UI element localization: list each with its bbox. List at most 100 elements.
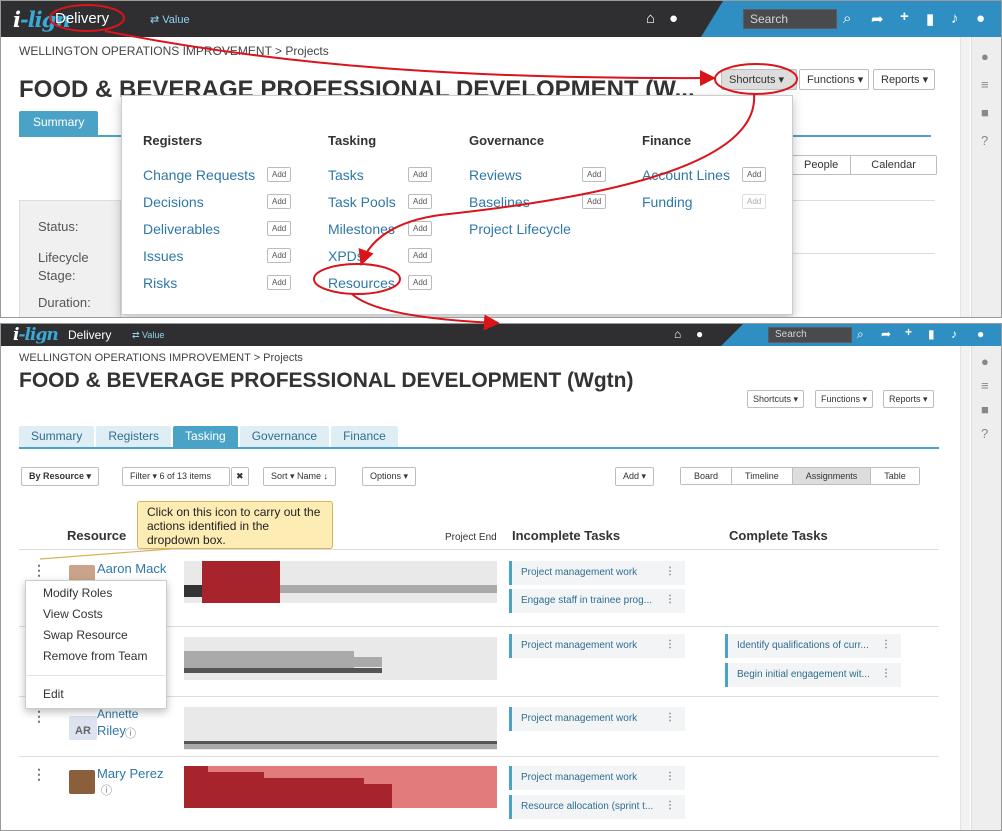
add-task-pool-button[interactable]: Add — [408, 194, 433, 209]
info-icon[interactable]: ⓘ — [125, 725, 136, 741]
tab-governance[interactable]: Governance — [239, 426, 330, 447]
view-timeline[interactable]: Timeline — [732, 468, 793, 484]
scrollbar[interactable] — [960, 346, 970, 830]
tab-registers[interactable]: Registers — [96, 426, 172, 447]
help-icon[interactable]: ? — [981, 426, 988, 441]
menu-account-lines[interactable]: Account Lines — [642, 167, 730, 183]
help-icon[interactable]: ? — [981, 133, 988, 148]
menu-baselines[interactable]: Baselines — [469, 194, 530, 210]
bookmark-icon[interactable]: ▮ — [928, 327, 935, 341]
lock-icon[interactable]: ■ — [981, 105, 989, 120]
task-card[interactable]: Project management work ⋮ — [509, 766, 685, 790]
add-task-button[interactable]: Add — [408, 167, 433, 182]
resource-name[interactable]: Mary Perez — [97, 766, 163, 781]
add-change-request-button[interactable]: Add — [267, 167, 292, 182]
functions-button[interactable]: Functions ▾ — [799, 69, 869, 90]
add-deliverable-button[interactable]: Add — [267, 221, 292, 236]
add-milestone-button[interactable]: Add — [408, 221, 433, 236]
add-dropdown[interactable]: Add ▾ — [615, 467, 655, 486]
tab-calendar[interactable]: Calendar — [851, 156, 936, 174]
task-card[interactable]: Resource allocation (sprint t... ⋮ — [509, 795, 685, 819]
globe-icon[interactable]: ● — [669, 10, 678, 27]
menu-decisions[interactable]: Decisions — [143, 194, 204, 210]
add-issue-button[interactable]: Add — [267, 248, 292, 263]
menu-tasks[interactable]: Tasks — [328, 167, 364, 183]
home-icon[interactable]: ⌂ — [646, 10, 655, 27]
task-card[interactable]: Project management work ⋮ — [509, 561, 685, 585]
value-link[interactable]: ⇄ Value — [132, 330, 164, 341]
menu-funding[interactable]: Funding — [642, 194, 693, 210]
resource-name[interactable]: Aaron Mack — [97, 561, 166, 576]
menu-view-costs[interactable]: View Costs — [43, 607, 103, 621]
menu-project-lifecycle[interactable]: Project Lifecycle — [469, 221, 571, 237]
add-xpd-button[interactable]: Add — [408, 248, 433, 263]
breadcrumb[interactable]: WELLINGTON OPERATIONS IMPROVEMENT > Proj… — [19, 352, 303, 364]
plus-icon[interactable]: + — [900, 8, 909, 25]
clear-filter-button[interactable]: ✖ — [231, 467, 249, 486]
task-card-complete[interactable]: Begin initial engagement wit... ⋮ — [725, 663, 901, 687]
add-risk-button[interactable]: Add — [267, 275, 292, 290]
tab-finance[interactable]: Finance — [331, 426, 398, 447]
list-icon[interactable]: ≡ — [981, 378, 989, 393]
menu-risks[interactable]: Risks — [143, 275, 177, 291]
row-actions-menu[interactable]: ⋮ — [32, 708, 46, 725]
add-resource-button[interactable]: Add — [408, 275, 433, 290]
add-baseline-button[interactable]: Add — [582, 194, 607, 209]
comment-icon[interactable]: ● — [981, 49, 989, 64]
info-icon[interactable]: ⓘ — [101, 782, 112, 798]
row-actions-menu[interactable]: ⋮ — [32, 766, 46, 783]
bell-icon[interactable]: ♪ — [951, 10, 959, 27]
menu-change-requests[interactable]: Change Requests — [143, 167, 255, 183]
row-actions-menu[interactable]: ⋮ — [32, 562, 46, 579]
group-by-dropdown[interactable]: By Resource ▾ — [21, 467, 100, 486]
breadcrumb[interactable]: WELLINGTON OPERATIONS IMPROVEMENT > Proj… — [19, 44, 329, 58]
shortcuts-button[interactable]: Shortcuts ▾ — [747, 390, 805, 408]
menu-remove-from-team[interactable]: Remove from Team — [43, 649, 147, 663]
menu-task-pools[interactable]: Task Pools — [328, 194, 396, 210]
comment-icon[interactable]: ● — [981, 354, 989, 369]
task-card[interactable]: Project management work ⋮ — [509, 707, 685, 731]
menu-deliverables[interactable]: Deliverables — [143, 221, 220, 237]
menu-reviews[interactable]: Reviews — [469, 167, 522, 183]
resource-last-name[interactable]: Riley — [97, 723, 126, 738]
tab-summary[interactable]: Summary — [19, 111, 99, 135]
options-dropdown[interactable]: Options ▾ — [362, 467, 417, 486]
value-link[interactable]: ⇄ Value — [150, 13, 190, 26]
list-icon[interactable]: ≡ — [981, 77, 989, 92]
tab-tasking[interactable]: Tasking — [173, 426, 238, 447]
menu-modify-roles[interactable]: Modify Roles — [43, 586, 112, 600]
search-icon[interactable]: ⌕ — [843, 10, 851, 27]
reports-button[interactable]: Reports ▾ — [883, 390, 934, 408]
menu-edit[interactable]: Edit — [43, 687, 64, 701]
task-card[interactable]: Project management work ⋮ — [509, 634, 685, 658]
share-icon[interactable]: ➦ — [871, 10, 884, 28]
share-icon[interactable]: ➦ — [881, 327, 891, 341]
add-decision-button[interactable]: Add — [267, 194, 292, 209]
user-icon[interactable]: ● — [976, 10, 985, 27]
module-delivery[interactable]: Delivery — [55, 10, 109, 27]
search-icon[interactable]: ⌕ — [857, 327, 864, 342]
home-icon[interactable]: ⌂ — [674, 327, 681, 341]
menu-xpds[interactable]: XPDs — [328, 248, 364, 264]
plus-icon[interactable]: + — [905, 325, 912, 339]
menu-milestones[interactable]: Milestones — [328, 221, 395, 237]
tab-summary[interactable]: Summary — [19, 426, 95, 447]
menu-issues[interactable]: Issues — [143, 248, 183, 264]
resource-first-name[interactable]: Annette — [97, 707, 138, 721]
tab-people[interactable]: People — [792, 156, 852, 174]
view-board[interactable]: Board — [681, 468, 733, 484]
add-account-line-button[interactable]: Add — [742, 167, 767, 182]
menu-resources[interactable]: Resources — [328, 275, 395, 291]
filter-dropdown[interactable]: Filter ▾ 6 of 13 items — [122, 467, 230, 486]
bell-icon[interactable]: ♪ — [951, 327, 957, 341]
sort-dropdown[interactable]: Sort ▾ Name ↓ — [263, 467, 337, 486]
globe-icon[interactable]: ● — [696, 327, 703, 341]
scrollbar[interactable] — [960, 37, 970, 317]
shortcuts-button[interactable]: Shortcuts ▾ — [721, 69, 797, 90]
view-assignments[interactable]: Assignments — [792, 468, 872, 484]
search-input[interactable]: Search — [768, 327, 852, 343]
task-card[interactable]: Engage staff in trainee prog... ⋮ — [509, 589, 685, 613]
task-card-complete[interactable]: Identify qualifications of curr... ⋮ — [725, 634, 901, 658]
view-table[interactable]: Table — [871, 468, 919, 484]
search-input[interactable]: Search — [743, 9, 837, 29]
